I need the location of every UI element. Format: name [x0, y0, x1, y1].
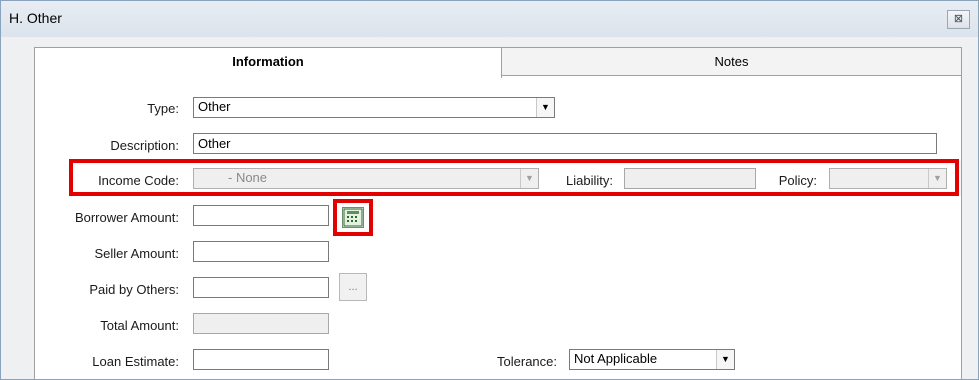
policy-select[interactable]: ▼ — [829, 168, 947, 189]
chevron-down-icon[interactable]: ▼ — [520, 169, 538, 188]
income-code-value: - None — [228, 170, 268, 185]
paid-by-others-label: Paid by Others: — [89, 282, 179, 297]
window-title: H. Other — [9, 10, 62, 26]
borrower-amount-field[interactable] — [193, 205, 329, 226]
loan-estimate-label: Loan Estimate: — [92, 354, 179, 369]
total-amount-field — [193, 313, 329, 334]
type-value: Other — [198, 99, 231, 114]
liability-label: Liability: — [566, 173, 613, 188]
calculator-icon[interactable] — [342, 207, 364, 228]
total-amount-label: Total Amount: — [100, 318, 179, 333]
tolerance-select[interactable]: Not Applicable ▼ — [569, 349, 735, 370]
borrower-amount-label: Borrower Amount: — [74, 210, 179, 225]
paid-by-others-browse-button[interactable]: ... — [339, 273, 367, 301]
type-label: Type: — [147, 101, 179, 116]
paid-by-others-field[interactable] — [193, 277, 329, 298]
seller-amount-label: Seller Amount: — [94, 246, 179, 261]
chevron-down-icon[interactable]: ▼ — [928, 169, 946, 188]
tab-notes[interactable]: Notes — [501, 47, 962, 76]
dialog-window: H. Other ⊠ Information Notes Type: Other… — [0, 0, 979, 380]
type-select[interactable]: Other ▼ — [193, 97, 555, 118]
description-field[interactable]: Other — [193, 133, 937, 154]
tab-information[interactable]: Information — [34, 47, 502, 78]
liability-field[interactable] — [624, 168, 756, 189]
income-code-select[interactable]: - None ▼ — [193, 168, 539, 189]
tolerance-label: Tolerance: — [497, 354, 557, 369]
policy-label: Policy: — [778, 173, 817, 188]
tab-strip: Information Notes — [34, 47, 962, 78]
chevron-down-icon[interactable]: ▼ — [536, 98, 554, 117]
loan-estimate-field[interactable] — [193, 349, 329, 370]
tolerance-value: Not Applicable — [574, 351, 658, 366]
seller-amount-field[interactable] — [193, 241, 329, 262]
chevron-down-icon[interactable]: ▼ — [716, 350, 734, 369]
close-icon[interactable]: ⊠ — [947, 10, 970, 29]
information-panel — [34, 75, 962, 379]
description-label: Description: — [110, 138, 179, 153]
title-bar: H. Other ⊠ — [1, 1, 978, 37]
income-code-label: Income Code: — [98, 173, 179, 188]
